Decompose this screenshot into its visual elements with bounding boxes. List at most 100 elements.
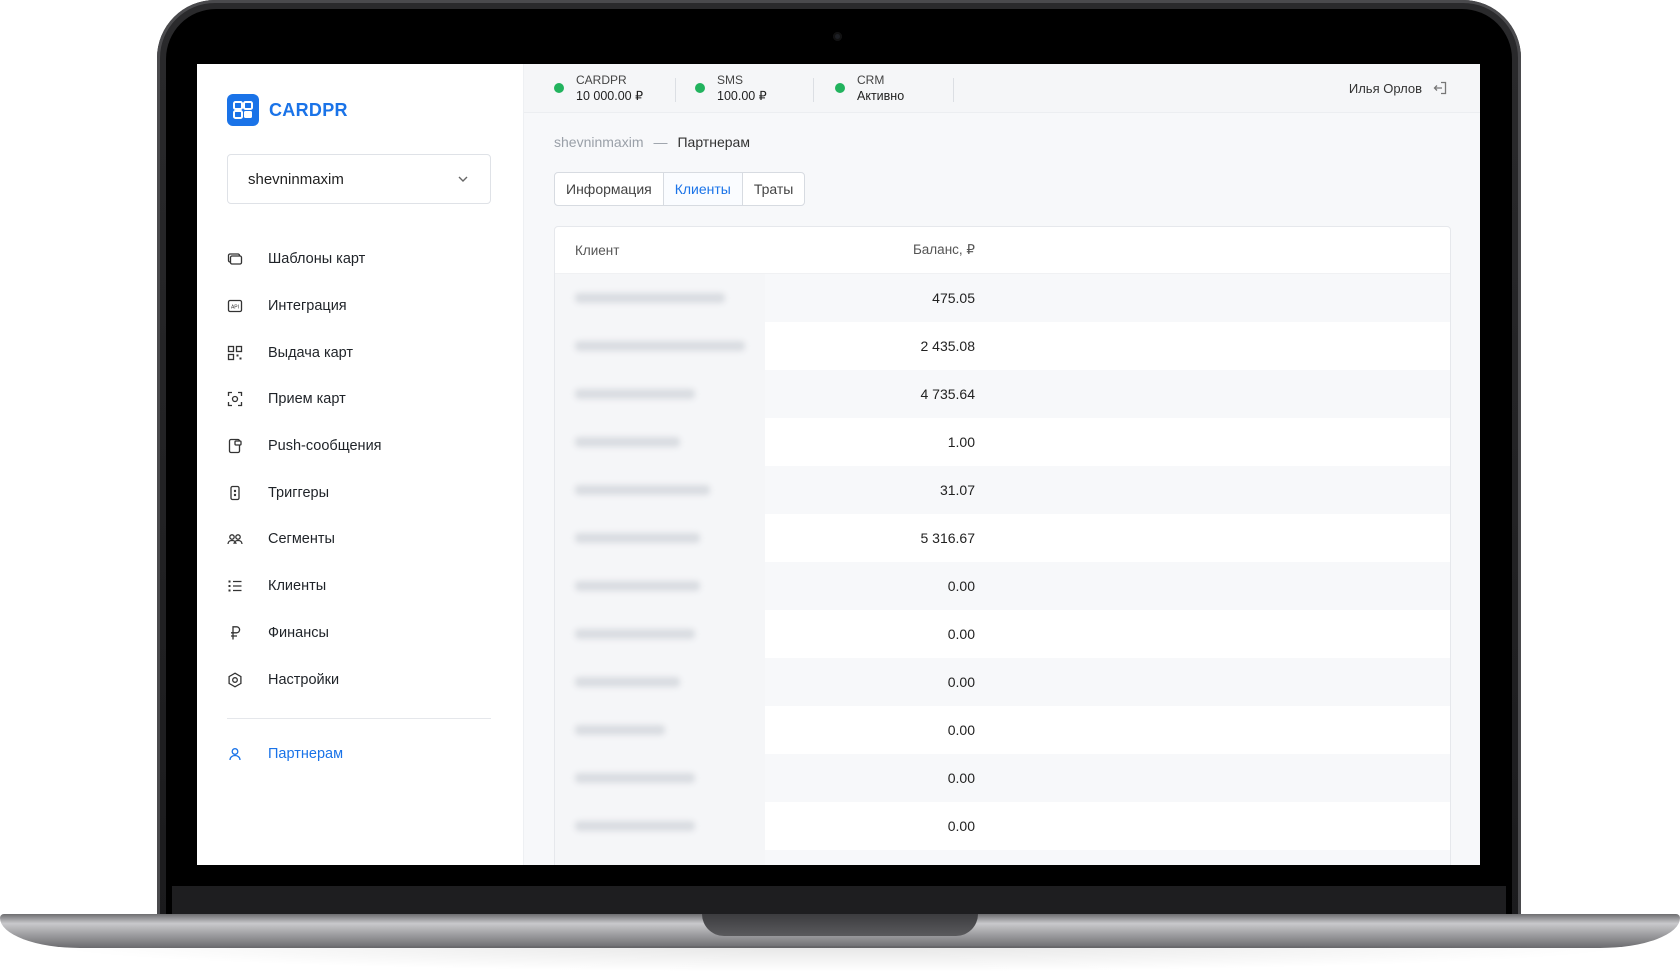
table-row[interactable]: 0.00 [555,562,1450,610]
table-row[interactable]: 0.00 [555,802,1450,850]
redacted-client-name [575,581,700,591]
status-crm: CRM Активно [835,73,904,105]
push-message-icon [227,438,243,454]
redacted-client-name [575,341,745,351]
table-row[interactable]: 5 316.67 [555,514,1450,562]
users-group-icon [227,531,243,547]
sidebar-item-partners[interactable]: Партнерам [227,734,493,774]
client-cell [555,466,765,514]
table-row[interactable]: 2 435.08 [555,322,1450,370]
status-name: CRM [857,73,885,87]
table-row[interactable]: 4 735.64 [555,370,1450,418]
sidebar-item-label: Выдача карт [268,344,354,361]
redacted-client-name [575,389,695,399]
client-cell [555,274,765,322]
account-select-value: shevninmaxim [248,170,344,188]
column-header-client[interactable]: Клиент [555,243,765,258]
user-icon [227,746,243,762]
column-header-balance[interactable]: Баланс, ₽ [765,242,975,258]
table-row[interactable]: 0.00 [555,850,1450,865]
sidebar-item-label: Сегменты [268,531,335,548]
table-row[interactable]: 1.00 [555,418,1450,466]
redacted-client-name [575,773,695,783]
sidebar-item-card-templates[interactable]: Шаблоны карт [227,236,493,283]
client-cell [555,706,765,754]
balance-cell: 4 735.64 [920,386,976,402]
list-icon [227,578,243,594]
sidebar-item-settings[interactable]: Настройки [227,656,493,703]
bezel-bottom [172,886,1506,916]
balance-cell: 0.00 [947,626,975,642]
api-icon: API [227,298,243,314]
sidebar-item-integration[interactable]: API Интеграция [227,283,493,330]
sidebar-item-label: Push-сообщения [268,438,382,455]
laptop-shadow [40,946,1640,972]
redacted-client-name [575,629,695,639]
breadcrumb-separator: — [653,134,668,150]
balance-cell: 5 316.67 [920,530,976,546]
table-row[interactable]: 0.00 [555,610,1450,658]
sidebar: CARDPR shevninmaxim Шаблоны карт API Инт… [197,64,524,865]
sidebar-item-label: Триггеры [268,484,330,501]
status-separator [813,78,814,102]
balance-cell: 0.00 [947,674,975,690]
balance-cell: 2 435.08 [920,338,976,354]
status-dot [554,83,564,93]
sidebar-item-clients[interactable]: Клиенты [227,563,493,610]
table-row[interactable]: 31.07 [555,466,1450,514]
redacted-client-name [575,293,725,303]
scan-icon [227,391,243,407]
camera [833,32,842,41]
table-row[interactable]: 0.00 [555,706,1450,754]
status-sms: SMS 100.00 ₽ [695,73,767,105]
status-name: CARDPR [576,73,627,87]
breadcrumb-parent[interactable]: shevninmaxim [554,134,643,150]
redacted-client-name [575,437,680,447]
brand-name: CARDPR [269,99,348,120]
sidebar-item-label: Интеграция [268,298,347,315]
sidebar-divider [227,718,491,719]
redacted-client-name [575,485,710,495]
trigger-icon [227,485,243,501]
sidebar-item-finance[interactable]: Финансы [227,610,493,657]
logo[interactable]: CARDPR [227,94,348,126]
client-cell [555,418,765,466]
tab-info[interactable]: Информация [555,173,664,205]
card-template-icon [227,251,243,267]
svg-text:API: API [231,305,239,311]
clients-table: Клиент Баланс, ₽ 475.05 2 435.08 4 735.64 1… [554,226,1451,865]
tab-clients[interactable]: Клиенты [663,173,743,205]
tabs: Информация Клиенты Траты [554,172,806,206]
status-dot [835,83,845,93]
sidebar-item-triggers[interactable]: Триггеры [227,469,493,516]
sidebar-item-card-issue[interactable]: Выдача карт [227,329,493,376]
sidebar-item-push[interactable]: Push-сообщения [227,423,493,470]
sidebar-nav: Шаблоны карт API Интеграция Выдача карт … [227,236,493,703]
gear-icon [227,671,243,688]
status-cardpr: CARDPR 10 000.00 ₽ [554,73,643,105]
cardpr-logo-icon [227,94,259,126]
table-row[interactable]: 0.00 [555,658,1450,706]
redacted-client-name [575,533,700,543]
client-cell [555,562,765,610]
table-row[interactable]: 0.00 [555,754,1450,802]
logout-icon[interactable] [1432,80,1448,96]
table-row[interactable]: 475.05 [555,274,1450,322]
ruble-icon [227,625,243,641]
redacted-client-name [575,677,680,687]
redacted-client-name [575,821,695,831]
account-select[interactable]: shevninmaxim [227,154,491,204]
tab-expenses[interactable]: Траты [743,173,805,205]
user-name: Илья Орлов [1348,80,1422,96]
sidebar-item-segments[interactable]: Сегменты [227,516,493,563]
chevron-down-icon [458,176,468,182]
user-menu: Илья Орлов [1349,80,1448,96]
sidebar-item-label: Клиенты [268,578,327,595]
balance-cell: 0.00 [947,818,975,834]
sidebar-item-label: Прием карт [268,391,346,408]
sidebar-item-card-accept[interactable]: Прием карт [227,376,493,423]
client-cell [555,754,765,802]
client-cell [555,610,765,658]
balance-cell: 0.00 [947,578,975,594]
status-value: 10 000.00 ₽ [576,89,644,103]
